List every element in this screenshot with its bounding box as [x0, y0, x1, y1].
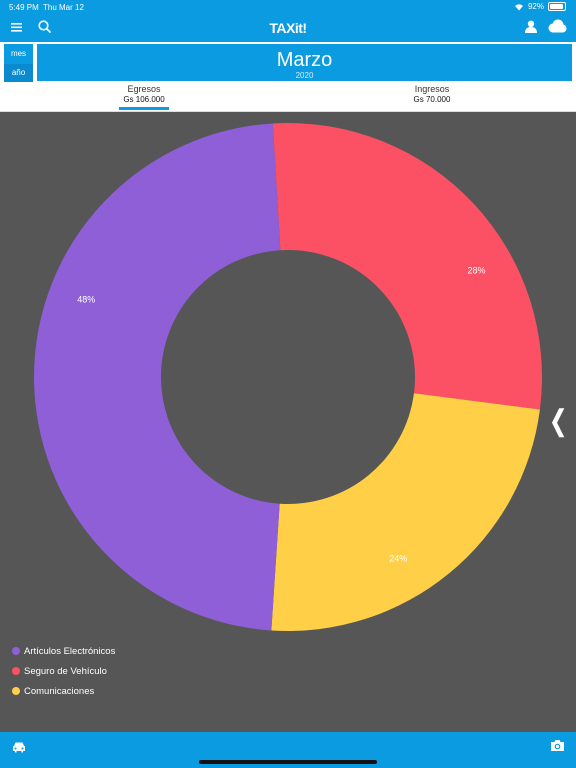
- month-selector[interactable]: Marzo 2020: [37, 44, 572, 81]
- slice-2: [271, 393, 540, 631]
- status-bar: 5:49 PM Thu Mar 12 92%: [0, 0, 576, 14]
- app-logo: TAXit!: [269, 20, 307, 36]
- period-header: mes año Marzo 2020: [0, 42, 576, 82]
- slice-label-0: 48%: [77, 295, 95, 305]
- top-nav: TAXit!: [0, 14, 576, 42]
- legend-swatch: [12, 687, 20, 695]
- legend-swatch: [12, 667, 20, 675]
- legend-item: Comunicaciones: [12, 681, 115, 701]
- wifi-icon: [514, 3, 523, 10]
- cloud-icon[interactable]: [547, 19, 567, 38]
- legend-item: Seguro de Vehículo: [12, 661, 115, 681]
- summary-tabs: Egresos Gs 106.000 Ingresos Gs 70.000: [0, 82, 576, 112]
- tab-indicator: [119, 107, 169, 110]
- period-toggle: mes año: [4, 44, 33, 82]
- ano-button[interactable]: año: [4, 64, 33, 82]
- home-indicator: [199, 760, 377, 764]
- legend-label: Comunicaciones: [24, 685, 95, 697]
- legend-item: Artículos Electrónicos: [12, 641, 115, 661]
- slice-label-1: 28%: [468, 266, 486, 276]
- tab-ingresos[interactable]: Ingresos Gs 70.000: [362, 84, 502, 104]
- slice-1: [272, 123, 542, 410]
- battery-icon: [548, 2, 566, 11]
- legend-swatch: [12, 647, 20, 655]
- legend-label: Artículos Electrónicos: [24, 645, 116, 657]
- slice-0: [33, 123, 281, 631]
- status-time: 5:49 PM: [9, 3, 39, 12]
- tab-ingresos-value: Gs 70.000: [413, 95, 451, 104]
- battery-fill: [550, 4, 563, 9]
- legend-label: Seguro de Vehículo: [24, 665, 107, 677]
- tab-egresos-value: Gs 106.000: [123, 95, 165, 104]
- slice-label-2: 24%: [389, 554, 407, 564]
- chart-legend: Artículos Electrónicos Seguro de Vehículo…: [12, 641, 115, 701]
- status-right: 92%: [514, 2, 566, 11]
- car-icon[interactable]: [12, 740, 26, 758]
- tab-egresos-label: Egresos: [127, 84, 161, 94]
- battery-percent: 92%: [527, 2, 544, 11]
- tab-ingresos-label: Ingresos: [414, 84, 450, 94]
- tab-egresos[interactable]: Egresos Gs 106.000: [74, 84, 214, 104]
- mes-button[interactable]: mes: [4, 44, 33, 64]
- chevron-left-icon[interactable]: ❬: [547, 404, 570, 437]
- camera-icon[interactable]: [550, 739, 565, 757]
- donut-chart: 28% 24% 48%: [33, 123, 542, 631]
- status-date: Thu Mar 12: [43, 3, 84, 12]
- year-label: 2020: [295, 71, 314, 80]
- month-label: Marzo: [276, 49, 333, 71]
- user-icon[interactable]: [525, 20, 537, 38]
